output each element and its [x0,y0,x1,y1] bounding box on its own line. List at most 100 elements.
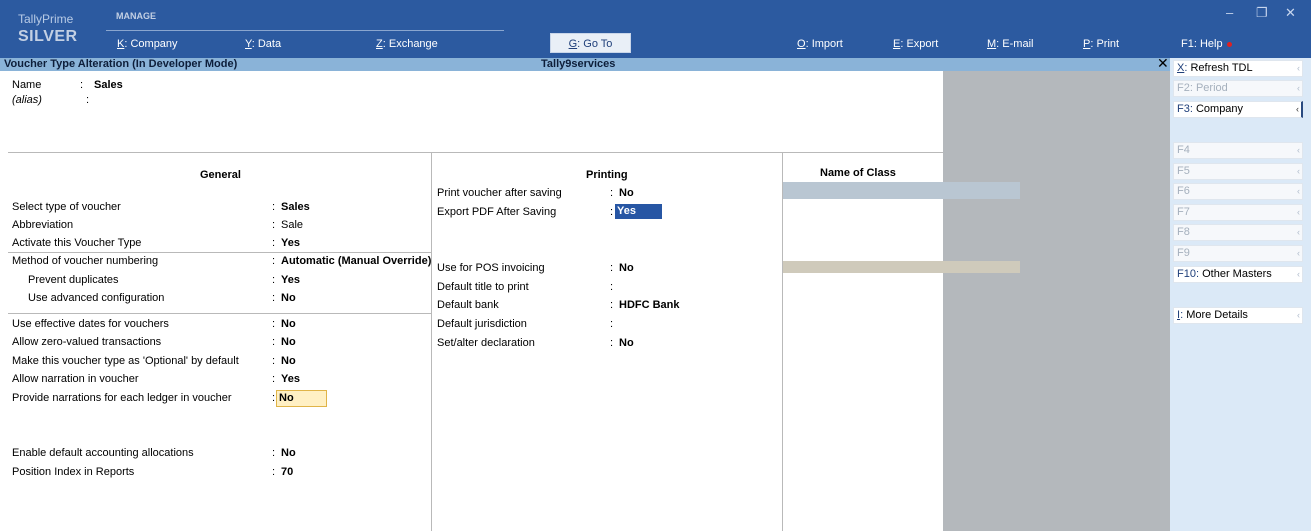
colon: : [272,201,276,213]
minimize-icon[interactable]: – [1226,5,1233,20]
menu-import[interactable]: O: Import [797,38,843,50]
printing-heading: Printing [586,169,628,181]
right-button-panel [1170,58,1311,531]
menu-exchange[interactable]: Z: Exchange [376,38,438,50]
brand-edition: SILVER [18,28,78,45]
close-window-icon[interactable]: ✕ [1285,5,1296,21]
colon: : [272,237,276,249]
top-menu-bar: TallyPrime SILVER MANAGE K: Company Y: D… [0,0,1311,58]
menu-help[interactable]: F1: Help [1181,38,1232,50]
general-row-label: Use advanced configuration [28,292,165,304]
declaration-value[interactable]: No [619,337,634,349]
close-screen-icon[interactable]: ✕ [1157,56,1169,70]
colon: : [610,262,614,274]
general-row-label: Enable default accounting allocations [12,447,194,459]
header-divider [8,152,943,153]
effective-dates-value[interactable]: No [281,318,296,330]
menu-company[interactable]: K: Company [117,38,178,50]
general-row-label: Abbreviation [12,219,74,231]
general-row-label: Prevent duplicates [28,274,119,286]
printing-row-label: Export PDF After Saving [437,206,557,218]
colon: : [272,447,276,459]
chevron-icon: ‹ [1297,186,1300,196]
general-divider [8,313,431,314]
f7-button[interactable]: F7 ‹ [1173,204,1303,221]
colon: : [272,355,276,367]
printing-row-label: Default jurisdiction [437,318,527,330]
zero-valued-value[interactable]: No [281,336,296,348]
general-heading: General [200,169,241,181]
chevron-icon: ‹ [1297,166,1300,176]
menu-goto-button[interactable]: G: Go To [550,33,631,53]
general-row-label: Activate this Voucher Type [12,237,142,249]
f6-button[interactable]: F6 ‹ [1173,183,1303,200]
numbering-method-value[interactable]: Automatic (Manual Override) [281,255,431,267]
printing-row-label: Use for POS invoicing [437,262,545,274]
narration-value[interactable]: Yes [281,373,300,385]
colon: : [272,373,276,385]
general-row-label: Provide narrations for each ledger in vo… [12,392,232,404]
period-button[interactable]: F2: Period ‹ [1173,80,1303,97]
voucher-type-value[interactable]: Sales [281,201,310,213]
column-divider-right [782,152,783,531]
chevron-icon: ‹ [1297,248,1300,258]
general-row-label: Allow zero-valued transactions [12,336,162,348]
chevron-icon: ‹ [1296,104,1299,114]
colon: : [272,336,276,348]
section-divider [106,30,504,31]
colon: : [272,466,276,478]
restore-icon[interactable]: ❐ [1256,5,1268,21]
alias-label: (alias) [12,94,42,106]
printing-row-label: Default title to print [437,281,529,293]
printing-row-label: Print voucher after saving [437,187,562,199]
pos-invoicing-value[interactable]: No [619,262,634,274]
f5-button[interactable]: F5 ‹ [1173,163,1303,180]
colon: : [610,206,614,218]
menu-print[interactable]: P: Print [1083,38,1119,50]
menu-data[interactable]: Y: Data [245,38,281,50]
refresh-tdl-button[interactable]: X: Refresh TDL ‹ [1173,60,1303,77]
menu-export[interactable]: E: Export [893,38,938,50]
general-row-label: Method of voucher numbering [12,255,159,267]
column-divider-left [431,152,432,531]
voucher-form: Name : Sales (alias) : General Select ty… [8,71,943,531]
print-after-saving-value[interactable]: No [619,187,634,199]
chevron-icon: ‹ [1297,269,1300,279]
class-row-highlight [783,261,1020,273]
optional-default-value[interactable]: No [281,355,296,367]
brand-name: TallyPrime [18,12,74,26]
company-button[interactable]: F3: Company ‹ [1173,101,1303,118]
colon: : [272,274,276,286]
general-row-label: Use effective dates for vouchers [12,318,169,330]
more-details-button[interactable]: I: More Details ‹ [1173,307,1303,324]
name-label: Name [12,79,42,91]
position-index-value[interactable]: 70 [281,466,293,478]
chevron-icon: ‹ [1297,145,1300,155]
screen-title: Voucher Type Alteration (In Developer Mo… [4,58,238,70]
default-bank-value[interactable]: HDFC Bank [619,299,680,311]
chevron-icon: ‹ [1297,63,1300,73]
chevron-icon: ‹ [1297,207,1300,217]
f8-button[interactable]: F8 ‹ [1173,224,1303,241]
name-value[interactable]: Sales [94,79,123,91]
prevent-duplicates-value[interactable]: Yes [281,274,300,286]
general-row-label: Select type of voucher [12,201,121,213]
colon: : [610,318,614,330]
advanced-config-value[interactable]: No [281,292,296,304]
other-masters-button[interactable]: F10: Other Masters ‹ [1173,266,1303,283]
name-colon: : [80,79,84,91]
export-pdf-field[interactable]: Yes [615,204,662,219]
general-row-label: Allow narration in voucher [12,373,139,385]
menu-email[interactable]: M: E-mail [987,38,1033,50]
f9-button[interactable]: F9 ‹ [1173,245,1303,262]
colon: : [610,337,614,349]
class-row-highlight [783,182,1020,199]
activate-value[interactable]: Yes [281,237,300,249]
ledger-narration-field[interactable]: No [276,390,327,407]
f4-button[interactable]: F4 ‹ [1173,142,1303,159]
abbreviation-value[interactable]: Sale [281,219,303,231]
printing-row-label: Set/alter declaration [437,337,535,349]
default-accounting-value[interactable]: No [281,447,296,459]
printing-row-label: Default bank [437,299,499,311]
colon: : [610,299,614,311]
